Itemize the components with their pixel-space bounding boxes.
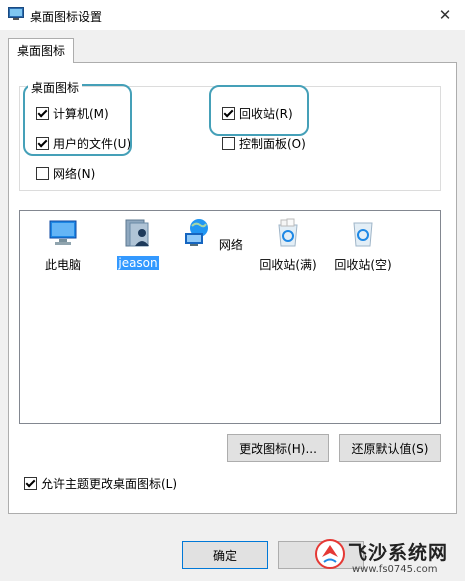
ok-button[interactable]: 确定: [182, 541, 268, 569]
icon-label: 网络: [218, 238, 243, 252]
checkbox-label: 允许主题更改桌面图标(L): [41, 476, 178, 491]
checkbox-box: [24, 476, 37, 490]
list-item[interactable]: 网络: [178, 217, 248, 253]
icon-label: 回收站(满): [259, 258, 317, 272]
list-item[interactable]: jeason: [103, 217, 173, 270]
icon-label: 回收站(空): [334, 258, 392, 272]
user-folder-icon: [125, 219, 149, 247]
network-checkbox[interactable]: 网络(N): [36, 165, 95, 181]
change-icon-button[interactable]: 更改图标(H)...: [227, 434, 329, 462]
allow-themes-checkbox[interactable]: 允许主题更改桌面图标(L): [24, 475, 177, 491]
checkbox-box: [222, 136, 235, 150]
recycle-bin-full-icon: [278, 218, 298, 247]
title-bar: 桌面图标设置 ✕: [0, 0, 465, 30]
desktop-settings-icon: [8, 7, 24, 20]
close-icon[interactable]: ✕: [425, 0, 465, 30]
icon-label: jeason: [117, 256, 159, 270]
computer-icon: [49, 220, 77, 245]
watermark-url: www.fs0745.com: [352, 564, 438, 575]
restore-default-button[interactable]: 还原默认值(S): [339, 434, 441, 462]
control-panel-checkbox[interactable]: 控制面板(O): [222, 135, 306, 151]
checkbox-label: 控制面板(O): [239, 136, 306, 151]
list-item[interactable]: 回收站(空): [328, 217, 398, 273]
watermark-logo-icon: [315, 539, 345, 569]
watermark-title: 飞沙系统网: [348, 542, 449, 564]
checkbox-label: 网络(N): [53, 166, 96, 181]
checkbox-box: [36, 166, 49, 180]
window-title: 桌面图标设置: [30, 10, 103, 24]
list-item[interactable]: 此电脑: [28, 217, 98, 273]
tab-desktop-icons[interactable]: 桌面图标: [8, 38, 74, 63]
network-icon: [185, 219, 209, 246]
list-item[interactable]: 回收站(满): [253, 217, 323, 273]
recycle-bin-empty-icon: [353, 222, 373, 247]
highlight-annotation: [209, 85, 309, 136]
group-label: 桌面图标: [28, 79, 83, 96]
icon-label: 此电脑: [44, 258, 81, 272]
site-watermark: 飞沙系统网 www.fs0745.com: [310, 532, 465, 581]
icon-list[interactable]: 此电脑 jeason 网络 回收站(满) 回收站(空): [19, 210, 441, 424]
